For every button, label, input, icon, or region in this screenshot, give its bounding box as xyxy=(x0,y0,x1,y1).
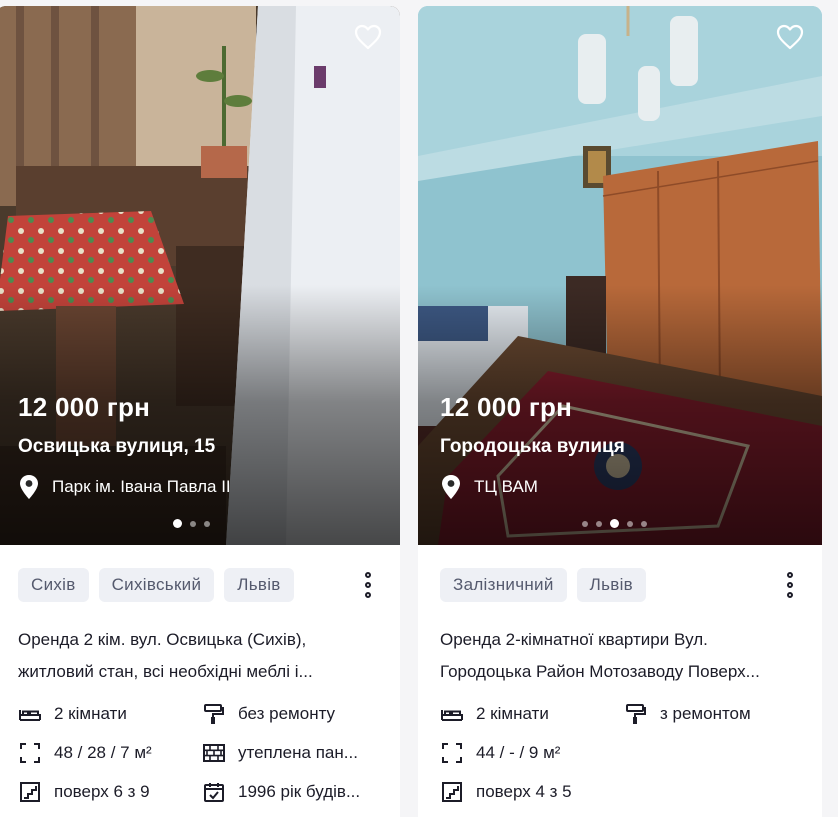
brick-wall-icon xyxy=(203,744,225,762)
description-line: Оренда 2 кім. вул. Освицька (Сихів), xyxy=(18,630,307,649)
listing-street[interactable]: Освицька вулиця, 15 xyxy=(18,436,215,458)
district-label: ТЦ ВАМ xyxy=(474,477,538,496)
calendar-check-icon xyxy=(204,783,224,802)
feature-floor: поверх 6 з 9 xyxy=(18,780,150,804)
listing-price: 12 000 грн xyxy=(18,392,151,422)
carousel-dot[interactable] xyxy=(582,520,588,527)
feature-area: 48 / 28 / 7 м² xyxy=(18,741,152,765)
location-pin-icon xyxy=(442,475,460,499)
listing-district: ТЦ ВАМ xyxy=(440,474,538,500)
bed-icon xyxy=(441,710,463,721)
stairs-icon xyxy=(442,782,462,802)
carousel-dot[interactable] xyxy=(596,520,602,527)
location-pin-icon xyxy=(20,475,38,499)
stairs-icon xyxy=(20,782,40,802)
favorite-button[interactable] xyxy=(776,24,804,50)
feature-walls: утеплена пан... xyxy=(202,741,382,765)
carousel-dot[interactable] xyxy=(610,519,619,528)
listing-photo[interactable]: 12 000 грн Освицька вулиця, 15 Парк ім. … xyxy=(0,6,400,545)
carousel-dot[interactable] xyxy=(204,520,210,527)
photo-carousel-dots[interactable] xyxy=(582,519,647,528)
description-line: житловий стан, всі необхідні меблі і... xyxy=(18,662,313,681)
description-line: Оренда 2-кімнатної квартири Вул. xyxy=(440,630,708,649)
feature-renovation: з ремонтом xyxy=(624,702,804,726)
bed-icon xyxy=(19,710,41,721)
tag[interactable]: Залізничний xyxy=(440,568,567,602)
tag[interactable]: Львів xyxy=(224,568,294,602)
area-frame-icon xyxy=(442,743,462,763)
tag[interactable]: Сихів xyxy=(18,568,89,602)
area-frame-icon xyxy=(20,743,40,763)
tag-list: Сихів Сихівський Львів xyxy=(18,568,294,602)
feature-rooms: 2 кімнати xyxy=(440,702,549,726)
feature-area: 44 / - / 9 м² xyxy=(440,741,560,765)
favorite-button[interactable] xyxy=(354,24,382,50)
carousel-dot[interactable] xyxy=(173,519,182,528)
feature-year: 1996 рік будів... xyxy=(202,780,382,804)
heart-outline-icon xyxy=(776,24,804,50)
photo-carousel-dots[interactable] xyxy=(173,519,210,528)
district-label: Парк ім. Івана Павла II xyxy=(52,477,231,496)
listing-street[interactable]: Городоцька вулиця xyxy=(440,436,625,458)
description-line: Городоцька Район Мотозаводу Поверх... xyxy=(440,662,760,681)
listing-photo[interactable]: 12 000 грн Городоцька вулиця ТЦ ВАМ xyxy=(418,6,822,545)
feature-floor: поверх 4 з 5 xyxy=(440,780,572,804)
listing-description[interactable]: Оренда 2 кім. вул. Освицька (Сихів), жит… xyxy=(18,624,378,688)
listing-card[interactable]: 12 000 грн Освицька вулиця, 15 Парк ім. … xyxy=(0,6,400,817)
paint-roller-icon xyxy=(626,704,646,724)
tag-list: Залізничний Львів xyxy=(440,568,646,602)
listing-description[interactable]: Оренда 2-кімнатної квартири Вул. Городоц… xyxy=(440,624,800,688)
paint-roller-icon xyxy=(204,704,224,724)
listing-card[interactable]: 12 000 грн Городоцька вулиця ТЦ ВАМ Залі… xyxy=(418,6,822,817)
carousel-dot[interactable] xyxy=(641,520,647,527)
carousel-dot[interactable] xyxy=(627,520,633,527)
carousel-dot[interactable] xyxy=(190,520,196,527)
feature-rooms: 2 кімнати xyxy=(18,702,127,726)
listing-price: 12 000 грн xyxy=(440,392,573,422)
tag[interactable]: Сихівський xyxy=(98,568,215,602)
heart-outline-icon xyxy=(354,24,382,50)
tag[interactable]: Львів xyxy=(576,568,646,602)
feature-renovation: без ремонту xyxy=(202,702,382,726)
listing-district: Парк ім. Івана Павла II xyxy=(18,474,231,500)
more-options-icon[interactable] xyxy=(364,572,372,598)
more-options-icon[interactable] xyxy=(786,572,794,598)
